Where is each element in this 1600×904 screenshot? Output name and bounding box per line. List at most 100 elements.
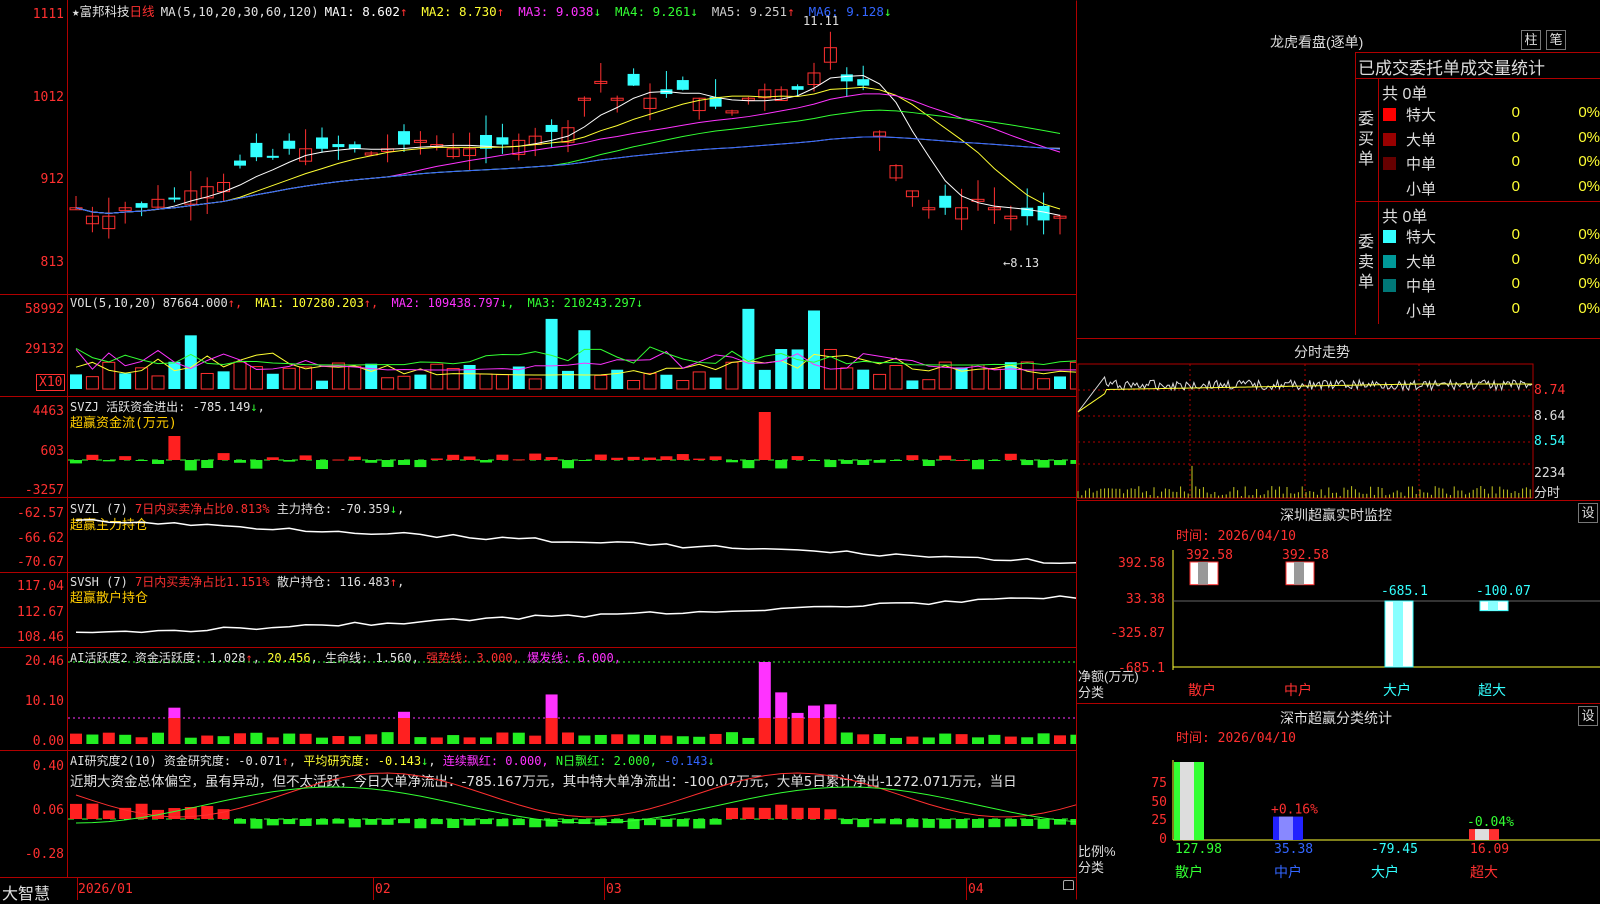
legend-swatch [1383,254,1396,268]
sz-class-chart[interactable]: 75 50 25 0 127.98 散户 +0.16% 35.38 中户 -79.45 大户 -0.0… [1077,745,1600,900]
indicator-bar [726,460,738,463]
volume-bar [725,361,739,390]
order-type-label: 中单 [1406,156,1437,173]
indicator-bar [414,460,427,468]
research-bar [644,819,656,826]
indicator-bar [447,454,460,460]
right-divider [1077,338,1600,339]
volume-bar [495,374,509,390]
dragon-tiger-subtitle: 已成交委托单成交量统计 [1358,59,1545,78]
activity-bar [726,732,738,744]
tick-mode-button[interactable]: 笔 [1546,30,1566,50]
volume-bar [676,380,690,390]
vol-y-tick: 29132 [24,342,64,357]
order-pct: 0% [1578,128,1600,146]
activity-bar [316,737,328,744]
high-price-label: 11.11 [803,14,840,28]
research-bar [414,819,427,829]
research-bar [1004,819,1017,827]
research-bar [857,819,870,828]
class-category-label: 散户 [1175,864,1203,881]
activity-bar [644,734,656,744]
research-bar [299,819,312,826]
indicator-bar [1070,460,1076,464]
activity-bar [496,732,509,744]
sz-monitor-title: 深圳超赢实时监控 [1280,507,1392,523]
svzl-y-tick: -70.67 [17,555,64,570]
indicator-bar [644,457,656,460]
indicator-bar [742,460,755,469]
indicator-bar [168,436,181,460]
volume-bar [987,368,1001,390]
sz-class-y-tick: 50 [1151,795,1167,810]
activity-bar [939,733,952,744]
candle-down [676,80,689,90]
indicator-bar [693,458,706,460]
sz-class-settings-button[interactable]: 设 [1578,706,1598,726]
indicator-bar [955,459,968,461]
research-chart[interactable] [68,765,1076,875]
indicator-bar [742,308,755,389]
research-bar [398,819,410,824]
activity-bar [234,733,246,744]
candlestick-chart[interactable] [68,14,1076,292]
candle-down [250,142,263,158]
legend-swatch [1383,230,1396,243]
indicator-bar [119,373,132,389]
sz-monitor-settings-button[interactable]: 设 [1578,503,1598,523]
retail-position-chart[interactable] [68,574,1076,646]
indicator-bar [414,374,427,389]
research-bar [266,819,279,826]
indicator-bar [184,460,197,471]
candle-down [234,160,246,166]
activity-bar [135,737,148,744]
candle-down [266,155,279,158]
svzj-y-tick: 603 [40,444,64,459]
indicator-bar [266,373,279,389]
research-bar [70,803,82,819]
panel-divider [0,294,1077,295]
buy-order-label: 委买单 [1358,111,1375,168]
volume-chart[interactable] [68,305,1076,393]
low-price-value: 8.13 [1010,256,1040,270]
candle-down [332,144,345,148]
activity-bar [1037,733,1050,744]
volume-bar [381,377,395,390]
indicator-bar [152,460,164,464]
sz-monitor-chart[interactable]: 392.58 33.38 -325.87 -685.1 392.58 散户 392.58 中户… [1077,540,1600,700]
activity-bar [758,718,771,744]
activity-bar [299,733,312,744]
indicator-bar [184,335,197,389]
class-value-label: 35.38 [1274,842,1313,857]
intraday-y-tick: 8.54 [1534,434,1566,449]
research-bar [840,819,853,825]
activity-chart[interactable] [68,660,1076,748]
research-bar [873,819,886,824]
indicator-bar [70,374,82,389]
intraday-chart[interactable] [1077,362,1600,500]
research-bar [922,819,935,828]
flow-category-label: 超大 [1478,683,1506,699]
fund-flow-chart[interactable] [68,400,1076,496]
ai-research-y-tick: 0.06 [32,803,64,818]
position-line [75,518,1076,565]
candle-down [168,197,181,200]
lock-icon[interactable] [1063,880,1074,890]
indicator-bar [922,460,935,467]
main-position-chart[interactable] [68,500,1076,570]
candle-down [316,137,328,149]
indicator-bar [529,453,542,460]
indicator-bar [316,380,328,389]
activity-bar [660,735,673,744]
panel-divider [0,497,1077,498]
right-divider [1077,703,1600,704]
main-y-tick: 813 [40,255,64,270]
bar-mode-button[interactable]: 柱 [1521,30,1541,50]
indicator-bar [86,454,99,460]
activity-bar [742,737,755,744]
flow-bar-value: -685.1 [1381,584,1428,599]
activity-bar [955,734,968,744]
position-line [75,595,1076,634]
activity-bar [709,733,722,744]
volume-bar [348,365,362,390]
